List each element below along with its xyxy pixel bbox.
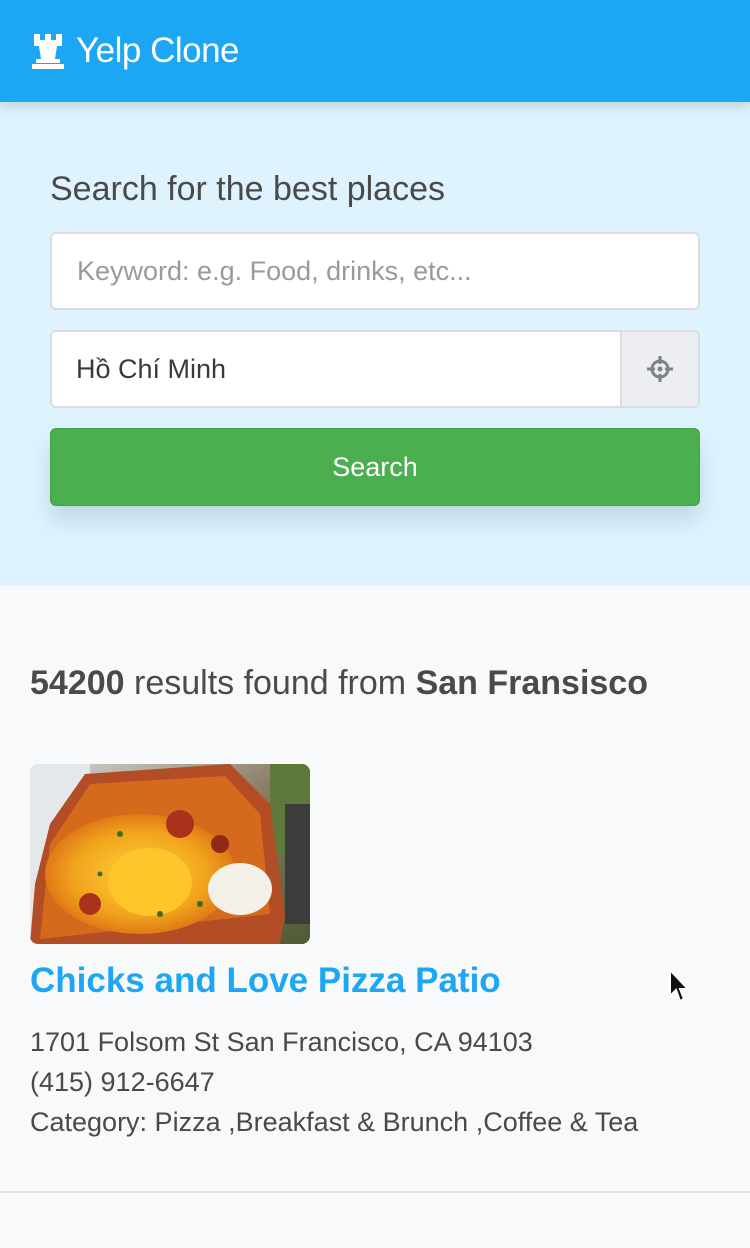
app-title[interactable]: Yelp Clone <box>76 31 240 71</box>
results-location: San Fransisco <box>415 664 648 702</box>
result-phone: (415) 912-6647 <box>30 1067 215 1097</box>
search-heading: Search for the best places <box>50 170 446 208</box>
results-summary: 54200 results found from San Fransisco <box>30 664 648 703</box>
locate-button[interactable] <box>620 332 698 406</box>
search-panel: Search for the best places Search <box>0 102 750 586</box>
rook-icon <box>30 32 66 70</box>
search-button[interactable]: Search <box>50 428 700 506</box>
divider <box>0 1191 750 1193</box>
mouse-cursor-icon <box>669 968 691 1003</box>
result-address: 1701 Folsom St San Francisco, CA 94103 <box>30 1027 533 1057</box>
results-summary-text: results found from <box>124 664 416 702</box>
location-group <box>50 330 700 408</box>
result-title[interactable]: Chicks and Love Pizza Patio <box>30 961 501 1001</box>
keyword-input[interactable] <box>50 232 700 310</box>
result-thumbnail[interactable] <box>30 764 310 944</box>
results-count: 54200 <box>30 664 125 702</box>
location-input[interactable] <box>52 332 620 406</box>
crosshair-icon <box>647 356 673 382</box>
result-category: Category: Pizza ,Breakfast & Brunch ,Cof… <box>30 1107 639 1137</box>
navbar: Yelp Clone <box>0 0 750 102</box>
